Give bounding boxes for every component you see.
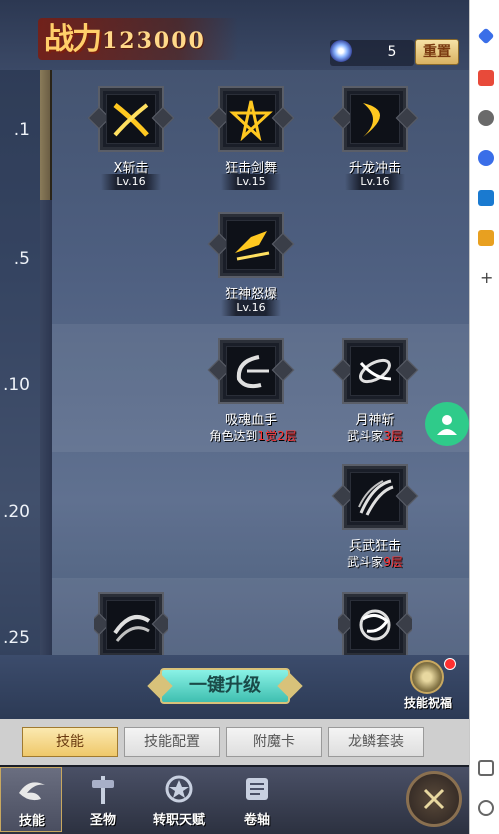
soul-drain-icon: [226, 346, 276, 396]
combat-power-label: 战力: [44, 22, 102, 57]
skill-requirement: 角色达到1觉2层: [183, 427, 323, 444]
skill-frame: [218, 86, 284, 152]
skill-node-berserk-burst[interactable]: [214, 206, 288, 286]
sword-dance-icon: [226, 94, 276, 144]
whirlwind-icon: [350, 600, 400, 650]
skill-level: Lv.16: [221, 300, 281, 316]
berserk-burst-icon: [226, 220, 276, 270]
skill-requirement: 武斗家9层: [305, 553, 445, 570]
requirement-value: 1觉2层: [257, 429, 297, 443]
diamond-icon[interactable]: [477, 27, 495, 45]
wind-blade-icon: [106, 600, 156, 650]
skill-point-orb-icon: [330, 40, 352, 62]
tab-dragon-scale-set[interactable]: 龙鳞套装: [328, 727, 424, 757]
requirement-prefix: 角色达到: [209, 429, 258, 443]
browser-sidebar: +: [469, 0, 499, 834]
skill-frame: [218, 338, 284, 404]
combat-power-value: 123000: [102, 28, 206, 54]
level-label: .25: [2, 628, 30, 648]
skill-screen: 战力 123000 5 重置 .1 .5 .10 .20 .25 X斩击 Lv.…: [0, 0, 469, 834]
skill-name: 吸魂血手: [224, 413, 277, 428]
copilot-icon[interactable]: [478, 150, 494, 166]
nav-label: 转职天赋: [152, 813, 205, 828]
level-label: .1: [13, 120, 30, 140]
requirement-value: 9层: [383, 555, 403, 569]
requirement-prefix: 武斗家: [347, 429, 384, 443]
nav-talent[interactable]: 转职天赋: [148, 767, 210, 832]
skill-node-moon-slash[interactable]: [338, 332, 412, 412]
skill-node-x-slash[interactable]: [94, 80, 168, 160]
blessing-icon: [410, 660, 444, 694]
skill-node-rising-dragon[interactable]: [338, 80, 412, 160]
reset-button[interactable]: 重置: [415, 39, 459, 65]
skill-node-partial[interactable]: [338, 586, 412, 655]
skill-requirement: 武斗家3层: [305, 427, 445, 444]
requirement-prefix: 武斗家: [347, 555, 384, 569]
person-icon[interactable]: [478, 110, 494, 126]
split-view-icon[interactable]: [478, 760, 494, 776]
skill-frame: [342, 464, 408, 530]
moon-slash-icon: [350, 346, 400, 396]
one-click-upgrade-button[interactable]: 一键升级: [160, 668, 290, 704]
tab-skills[interactable]: 技能: [22, 727, 118, 757]
toolbox-icon[interactable]: [478, 70, 494, 86]
outlook-icon[interactable]: [478, 190, 494, 206]
skill-level: Lv.16: [345, 174, 405, 190]
crossed-swords-icon: [423, 788, 445, 810]
add-icon[interactable]: +: [480, 268, 493, 287]
nav-skills[interactable]: 技能: [0, 767, 62, 832]
skill-frame: [218, 212, 284, 278]
tree-progress-track: [40, 200, 52, 655]
level-label: .5: [13, 249, 30, 269]
skill-node-soul-drain[interactable]: [214, 332, 288, 412]
skill-name: 月神斩: [355, 413, 395, 428]
weapon-frenzy-icon: [350, 472, 400, 522]
skill-level: Lv.15: [221, 174, 281, 190]
skill-frame: [342, 86, 408, 152]
nav-label: 卷轴: [243, 813, 270, 828]
requirement-value: 3层: [383, 429, 403, 443]
tab-enchant-card[interactable]: 附魔卡: [226, 727, 322, 757]
settings-gear-icon[interactable]: [478, 800, 494, 816]
nav-label: 技能: [18, 814, 45, 829]
skill-blessing-button[interactable]: 技能祝福: [398, 658, 458, 714]
relic-icon: [85, 771, 121, 807]
notification-dot: [444, 658, 456, 670]
skill-node-sword-dance[interactable]: [214, 80, 288, 160]
rising-dragon-icon: [350, 94, 400, 144]
level-column: [0, 70, 40, 655]
level-label: .10: [2, 375, 30, 395]
floating-avatar-button[interactable]: [425, 402, 469, 446]
nav-label: 圣物: [89, 813, 116, 828]
skill-frame: [98, 86, 164, 152]
skill-frame: [342, 338, 408, 404]
skill-node-weapon-frenzy[interactable]: [338, 458, 412, 538]
scroll-icon: [239, 771, 275, 807]
level-label: .20: [2, 502, 30, 522]
skill-frame: [342, 592, 408, 655]
skill-level: Lv.16: [101, 174, 161, 190]
feather-icon[interactable]: [478, 230, 494, 246]
skill-swirl-icon: [14, 772, 50, 808]
x-slash-icon: [106, 94, 156, 144]
skill-node-partial[interactable]: [94, 586, 168, 655]
skill-points-value: 5: [387, 44, 397, 60]
skill-name: 兵武狂击: [348, 539, 401, 554]
tab-skill-config[interactable]: 技能配置: [124, 727, 220, 757]
skill-frame: [98, 592, 164, 655]
main-menu-button[interactable]: [406, 771, 462, 827]
nav-relic[interactable]: 圣物: [72, 767, 134, 832]
user-icon: [437, 415, 457, 435]
nav-scroll[interactable]: 卷轴: [226, 767, 288, 832]
blessing-label: 技能祝福: [403, 696, 452, 710]
talent-icon: [161, 771, 197, 807]
